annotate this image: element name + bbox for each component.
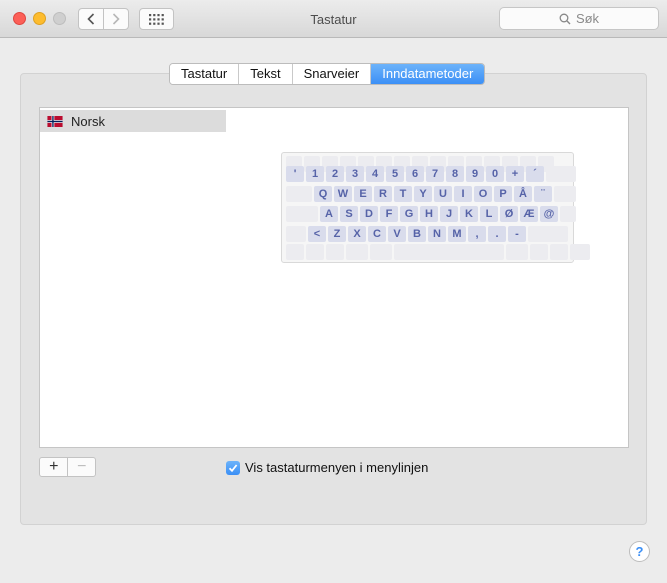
key: R bbox=[374, 186, 392, 202]
key: V bbox=[388, 226, 406, 242]
key: + bbox=[506, 166, 524, 182]
key: E bbox=[354, 186, 372, 202]
keyboard-row-bottom bbox=[286, 244, 590, 260]
remove-input-source-button[interactable]: − bbox=[67, 458, 95, 476]
key: 3 bbox=[346, 166, 364, 182]
tab-tekst[interactable]: Tekst bbox=[239, 64, 293, 84]
key: . bbox=[488, 226, 506, 242]
key: Å bbox=[514, 186, 532, 202]
add-remove-control: + − bbox=[39, 457, 96, 477]
key: K bbox=[460, 206, 478, 222]
key: Ø bbox=[500, 206, 518, 222]
tab-tastatur[interactable]: Tastatur bbox=[170, 64, 240, 84]
key: 5 bbox=[386, 166, 404, 182]
key: 2 bbox=[326, 166, 344, 182]
keyboard-layout-preview: ' 1 2 3 4 5 6 7 8 9 0 + ´ Q W E R T Y U … bbox=[281, 152, 590, 263]
search-placeholder: Søk bbox=[575, 11, 600, 26]
list-item-norsk[interactable]: Norsk bbox=[40, 110, 226, 132]
key: 4 bbox=[366, 166, 384, 182]
key: 9 bbox=[466, 166, 484, 182]
list-item-label: Norsk bbox=[71, 113, 105, 129]
key: B bbox=[408, 226, 426, 242]
key: X bbox=[348, 226, 366, 242]
key: 8 bbox=[446, 166, 464, 182]
norway-flag-icon bbox=[47, 115, 63, 127]
preferences-window: Tastatur Søk Tastatur Tekst Snarveier In… bbox=[0, 0, 667, 583]
keyboard-row-4: < Z X C V B N M , . - bbox=[286, 226, 568, 242]
checkmark-icon bbox=[228, 463, 238, 472]
key: < bbox=[308, 226, 326, 242]
show-menu-label: Vis tastaturmenyen i menylinjen bbox=[245, 460, 429, 475]
key: 6 bbox=[406, 166, 424, 182]
key: @ bbox=[540, 206, 558, 222]
key: ´ bbox=[526, 166, 544, 182]
key: L bbox=[480, 206, 498, 222]
tab-inndatametoder[interactable]: Inndatametoder bbox=[371, 64, 485, 84]
key: C bbox=[368, 226, 386, 242]
key: Y bbox=[414, 186, 432, 202]
key: M bbox=[448, 226, 466, 242]
key: Q bbox=[314, 186, 332, 202]
key: A bbox=[320, 206, 338, 222]
key: U bbox=[434, 186, 452, 202]
key: J bbox=[440, 206, 458, 222]
key: 0 bbox=[486, 166, 504, 182]
key: , bbox=[468, 226, 486, 242]
show-menu-checkbox[interactable] bbox=[226, 460, 240, 475]
add-input-source-button[interactable]: + bbox=[40, 458, 67, 476]
keyboard-row-1: ' 1 2 3 4 5 6 7 8 9 0 + ´ bbox=[286, 166, 576, 182]
key: H bbox=[420, 206, 438, 222]
key: I bbox=[454, 186, 472, 202]
key: Æ bbox=[520, 206, 538, 222]
key: ' bbox=[286, 166, 304, 182]
key: O bbox=[474, 186, 492, 202]
key: - bbox=[508, 226, 526, 242]
keyboard-row-3: A S D F G H J K L Ø Æ @ bbox=[286, 206, 576, 222]
key: ¨ bbox=[534, 186, 552, 202]
search-field[interactable]: Søk bbox=[499, 7, 659, 30]
key: W bbox=[334, 186, 352, 202]
key: 7 bbox=[426, 166, 444, 182]
key: G bbox=[400, 206, 418, 222]
tab-bar: Tastatur Tekst Snarveier Inndatametoder bbox=[169, 63, 486, 85]
key: D bbox=[360, 206, 378, 222]
key: 1 bbox=[306, 166, 324, 182]
key: S bbox=[340, 206, 358, 222]
show-menu-option[interactable]: Vis tastaturmenyen i menylinjen bbox=[226, 460, 428, 475]
key: P bbox=[494, 186, 512, 202]
search-icon bbox=[559, 13, 571, 24]
key: Z bbox=[328, 226, 346, 242]
keyboard-row-2: Q W E R T Y U I O P Å ¨ bbox=[286, 186, 576, 202]
title-bar: Tastatur Søk bbox=[0, 0, 667, 38]
key: F bbox=[380, 206, 398, 222]
help-button[interactable]: ? bbox=[629, 541, 650, 562]
tab-snarveier[interactable]: Snarveier bbox=[292, 64, 372, 84]
input-source-list[interactable]: Norsk bbox=[39, 107, 227, 448]
key: N bbox=[428, 226, 446, 242]
key: T bbox=[394, 186, 412, 202]
